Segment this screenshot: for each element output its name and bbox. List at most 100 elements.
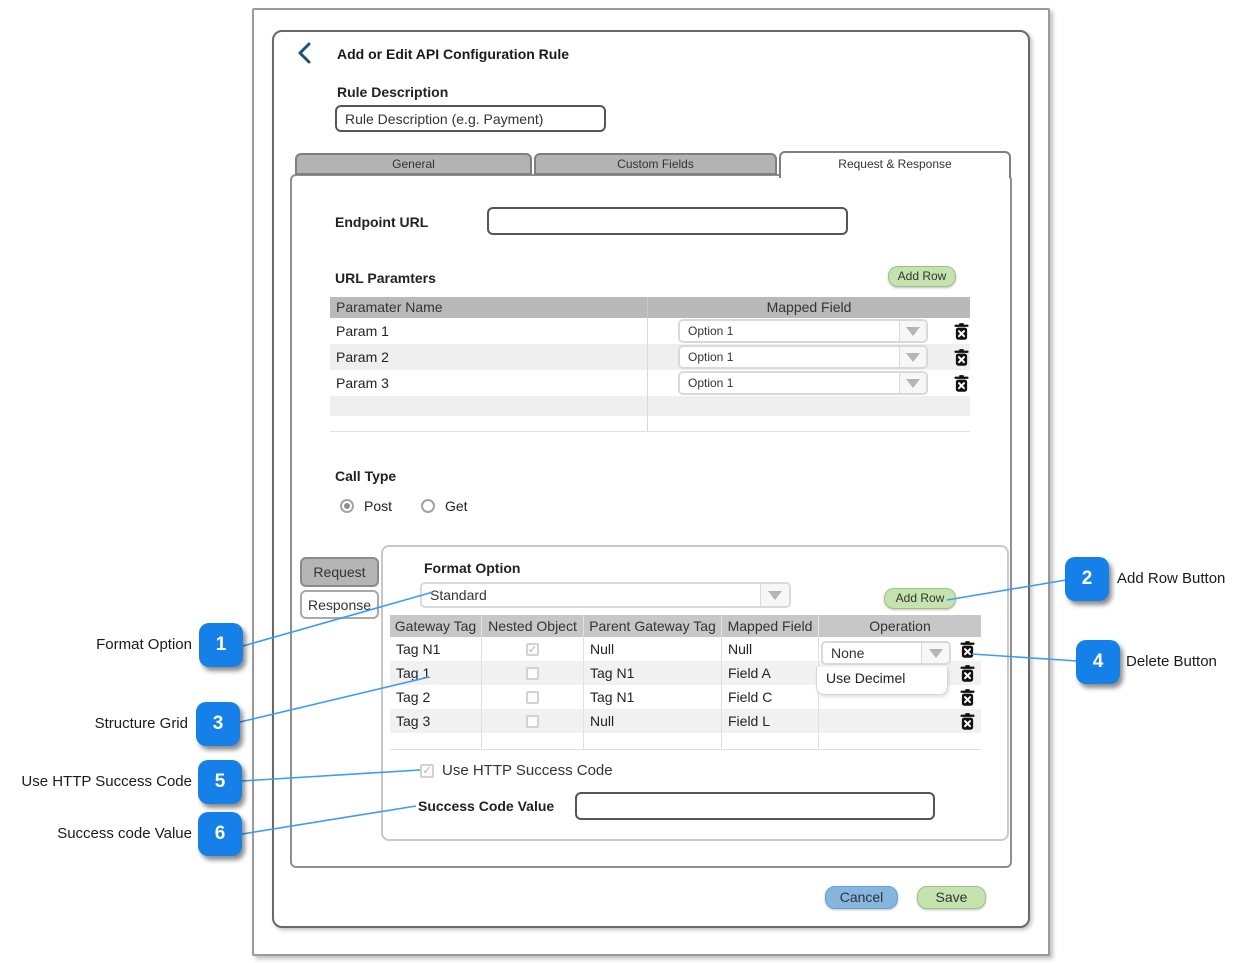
- grid-col-nested-object: Nested Object: [482, 615, 584, 637]
- gateway-tag-cell: Tag N1: [390, 637, 482, 661]
- dropdown-option-use-decimel[interactable]: Use Decimel: [826, 670, 947, 686]
- url-parameters-title: URL Paramters: [335, 270, 436, 286]
- nested-object-checkbox[interactable]: [526, 691, 539, 704]
- tab-general[interactable]: General: [295, 153, 532, 175]
- url-parameters-table: Paramater Name Mapped Field Param 1 Opti…: [330, 297, 970, 432]
- callout-label-structure-grid: Structure Grid: [0, 702, 188, 746]
- dropdown-arrow-icon[interactable]: [899, 347, 926, 367]
- back-button[interactable]: [296, 42, 314, 64]
- rule-description-label: Rule Description: [337, 84, 448, 100]
- mapped-field-dropdown[interactable]: Option 1: [678, 345, 928, 369]
- tab-request-response[interactable]: Request & Response: [779, 151, 1011, 178]
- structure-grid: Gateway Tag Nested Object Parent Gateway…: [390, 615, 981, 750]
- grid-col-operation: Operation: [819, 615, 981, 637]
- format-option-value: Standard: [422, 584, 760, 606]
- mapped-field-cell: Field C: [722, 685, 819, 709]
- radio-post-label: Post: [364, 498, 392, 514]
- delete-row-button[interactable]: [960, 689, 975, 706]
- dropdown-arrow-icon[interactable]: [899, 321, 926, 341]
- radio-post[interactable]: Post: [340, 498, 392, 514]
- page-title: Add or Edit API Configuration Rule: [337, 46, 569, 62]
- radio-unselected-icon: [421, 499, 435, 513]
- cancel-button[interactable]: Cancel: [825, 886, 898, 909]
- table-row-empty: [330, 416, 970, 432]
- mapped-field-dropdown[interactable]: Option 1: [678, 319, 928, 343]
- vtab-request[interactable]: Request: [300, 557, 379, 587]
- grid-col-parent-gateway-tag: Parent Gateway Tag: [584, 615, 722, 637]
- dropdown-value: Option 1: [680, 347, 899, 367]
- delete-row-button[interactable]: [960, 641, 975, 658]
- callout-label-add-row-button: Add Row Button: [1117, 557, 1225, 601]
- format-option-dropdown[interactable]: Standard: [420, 582, 791, 608]
- dropdown-arrow-icon[interactable]: [921, 643, 949, 663]
- operation-dropdown-value: None: [823, 643, 921, 663]
- callout-label-format-option: Format Option: [0, 623, 192, 667]
- param-name-cell: Param 3: [330, 370, 648, 396]
- param-name-cell: Param 1: [330, 318, 648, 344]
- grid-header-row: Gateway Tag Nested Object Parent Gateway…: [390, 615, 981, 637]
- table-row: Param 2 Option 1: [330, 344, 970, 370]
- radio-get-label: Get: [445, 498, 468, 514]
- parent-gateway-tag-cell: Null: [584, 709, 722, 733]
- grid-col-mapped-field: Mapped Field: [722, 615, 819, 637]
- column-header-mapped-field: Mapped Field: [648, 297, 970, 318]
- radio-get[interactable]: Get: [421, 498, 468, 514]
- table-row-empty: [330, 396, 970, 416]
- param-name-cell: Param 2: [330, 344, 648, 370]
- callout-label-delete-button: Delete Button: [1126, 640, 1217, 684]
- nested-object-checkbox[interactable]: [526, 667, 539, 680]
- vtab-response[interactable]: Response: [300, 590, 379, 619]
- nested-object-checkbox-checked[interactable]: ✓: [526, 643, 539, 656]
- nested-object-checkbox[interactable]: [526, 715, 539, 728]
- delete-row-button[interactable]: [960, 665, 975, 682]
- use-http-success-label: Use HTTP Success Code: [442, 762, 613, 779]
- delete-row-button[interactable]: [954, 323, 969, 340]
- trash-icon: [960, 641, 975, 658]
- dropdown-value: Option 1: [680, 373, 899, 393]
- url-parameters-add-row-button[interactable]: Add Row: [888, 266, 956, 287]
- structure-add-row-button[interactable]: Add Row: [884, 588, 956, 609]
- dropdown-value: Option 1: [680, 321, 899, 341]
- success-code-value-input[interactable]: [575, 792, 935, 820]
- callout-badge-4: 4: [1076, 640, 1120, 684]
- dropdown-arrow-icon[interactable]: [899, 373, 926, 393]
- operation-dropdown-open-list: Use Decimel: [816, 667, 948, 695]
- mapped-field-dropdown[interactable]: Option 1: [678, 371, 928, 395]
- callout-badge-3: 3: [196, 702, 240, 746]
- callout-badge-5: 5: [198, 760, 242, 804]
- delete-row-button[interactable]: [954, 375, 969, 392]
- grid-row: Tag 3 Null Field L: [390, 709, 981, 733]
- format-option-label: Format Option: [424, 560, 520, 576]
- use-http-success-checkbox[interactable]: ✓: [420, 764, 434, 778]
- grid-row-empty: [390, 733, 981, 750]
- endpoint-url-input[interactable]: [487, 207, 848, 235]
- dropdown-arrow-icon[interactable]: [760, 584, 789, 606]
- trash-icon: [954, 375, 969, 392]
- callout-label-use-http-success-code: Use HTTP Success Code: [0, 760, 192, 804]
- page: Add or Edit API Configuration Rule Rule …: [0, 0, 1242, 963]
- trash-icon: [954, 349, 969, 366]
- parent-gateway-tag-cell: Tag N1: [584, 685, 722, 709]
- mapped-field-cell: Null: [722, 637, 819, 661]
- rule-description-input[interactable]: [335, 105, 606, 132]
- operation-dropdown[interactable]: None: [821, 641, 951, 665]
- mapped-field-cell: Field L: [722, 709, 819, 733]
- trash-icon: [954, 323, 969, 340]
- trash-icon: [960, 689, 975, 706]
- trash-icon: [960, 713, 975, 730]
- table-row: Param 3 Option 1: [330, 370, 970, 396]
- save-button[interactable]: Save: [917, 886, 986, 909]
- trash-icon: [960, 665, 975, 682]
- grid-row: Tag N1 ✓ Null Null None: [390, 637, 981, 661]
- delete-row-button[interactable]: [960, 713, 975, 730]
- mapped-field-cell: Field A: [722, 661, 819, 685]
- tab-custom-fields[interactable]: Custom Fields: [534, 153, 777, 175]
- callout-badge-1: 1: [199, 623, 243, 667]
- column-header-parameter-name: Paramater Name: [330, 297, 648, 318]
- callout-label-success-code-value: Success code Value: [0, 812, 192, 856]
- delete-row-button[interactable]: [954, 349, 969, 366]
- grid-col-gateway-tag: Gateway Tag: [390, 615, 482, 637]
- back-chevron-icon: [296, 42, 314, 64]
- parent-gateway-tag-cell: Null: [584, 637, 722, 661]
- table-header-row: Paramater Name Mapped Field: [330, 297, 970, 318]
